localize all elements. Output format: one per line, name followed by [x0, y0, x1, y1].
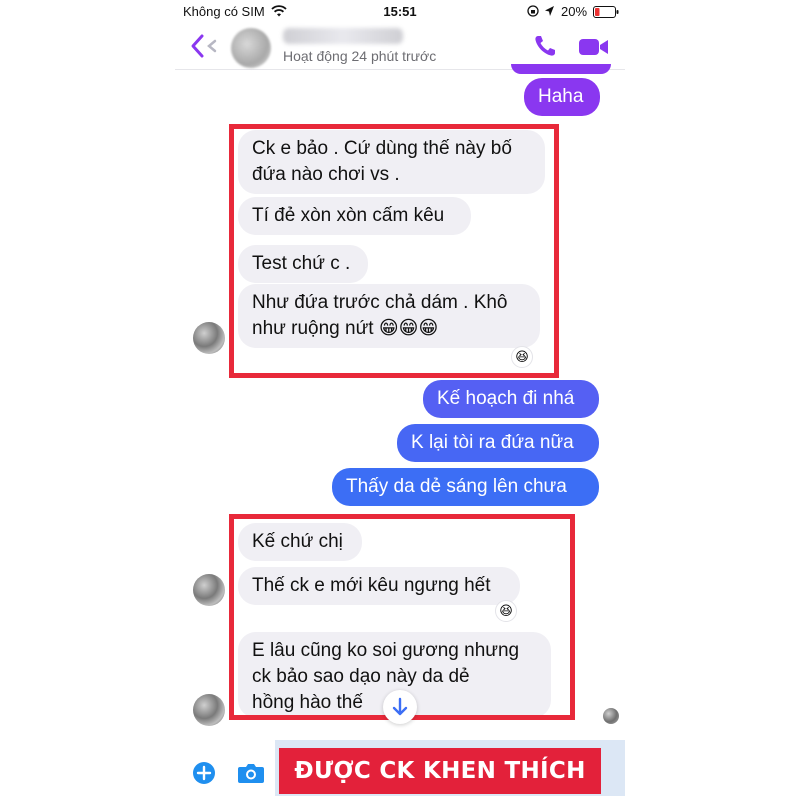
- contact-avatar-small[interactable]: [193, 574, 225, 606]
- camera-icon[interactable]: [237, 761, 265, 785]
- contact-name-blurred[interactable]: [283, 28, 403, 44]
- previous-sent-bubble: [511, 64, 611, 74]
- promo-caption: ĐƯỢC CK KHEN THÍCH QUÁ: [279, 748, 601, 794]
- message-bubble-received[interactable]: Như đứa trước chả dám . Khô như ruộng nứ…: [238, 284, 540, 348]
- contact-avatar-small[interactable]: [193, 694, 225, 726]
- clock: 15:51: [383, 4, 417, 19]
- message-bubble-sent[interactable]: Haha: [524, 78, 600, 116]
- video-camera-icon[interactable]: [577, 36, 611, 58]
- message-bubble-sent[interactable]: K lại tòi ra đứa nữa: [397, 424, 599, 462]
- message-bubble-received[interactable]: Ck e bảo . Cứ dùng thế này bố đứa nào ch…: [238, 130, 545, 194]
- contact-avatar-small[interactable]: [193, 322, 225, 354]
- arrow-down-icon: [392, 697, 408, 716]
- message-bubble-received[interactable]: Tí đẻ xòn xòn cấm kêu: [238, 197, 471, 235]
- message-bubble-received[interactable]: Thế ck e mới kêu ngưng hết: [238, 567, 520, 605]
- laugh-reaction-icon[interactable]: 😆: [511, 346, 533, 368]
- active-status: Hoạt động 24 phút trước: [283, 48, 437, 64]
- battery-icon: [593, 6, 619, 18]
- location-icon: [545, 6, 554, 16]
- composer-bar: ĐƯỢC CK KHEN THÍCH QUÁ: [175, 740, 625, 800]
- message-list[interactable]: Haha Ck e bảo . Cứ dùng thế này bố đứa n…: [175, 64, 625, 740]
- phone-icon[interactable]: [533, 34, 557, 58]
- message-bubble-received[interactable]: Kế chứ chị: [238, 523, 362, 561]
- message-bubble-received[interactable]: Test chứ c .: [238, 245, 368, 283]
- battery-percent: 20%: [561, 4, 588, 19]
- message-bubble-sent[interactable]: Kế hoạch đi nhá: [423, 380, 599, 418]
- back-chevron-icon[interactable]: [189, 33, 219, 59]
- phone-screen: Không có SIM 15:51 20% Hoạt động 24 phút: [175, 0, 625, 800]
- laugh-reaction-icon[interactable]: 😆: [495, 600, 517, 622]
- message-bubble-sent[interactable]: Thấy da dẻ sáng lên chưa: [332, 468, 599, 506]
- seen-indicator-avatar: [603, 708, 619, 724]
- plus-circle-icon[interactable]: [192, 761, 216, 785]
- contact-avatar[interactable]: [231, 28, 271, 68]
- status-bar: Không có SIM 15:51 20%: [175, 0, 625, 24]
- rotation-lock-icon: [527, 5, 539, 17]
- scroll-to-bottom-button[interactable]: [383, 690, 417, 724]
